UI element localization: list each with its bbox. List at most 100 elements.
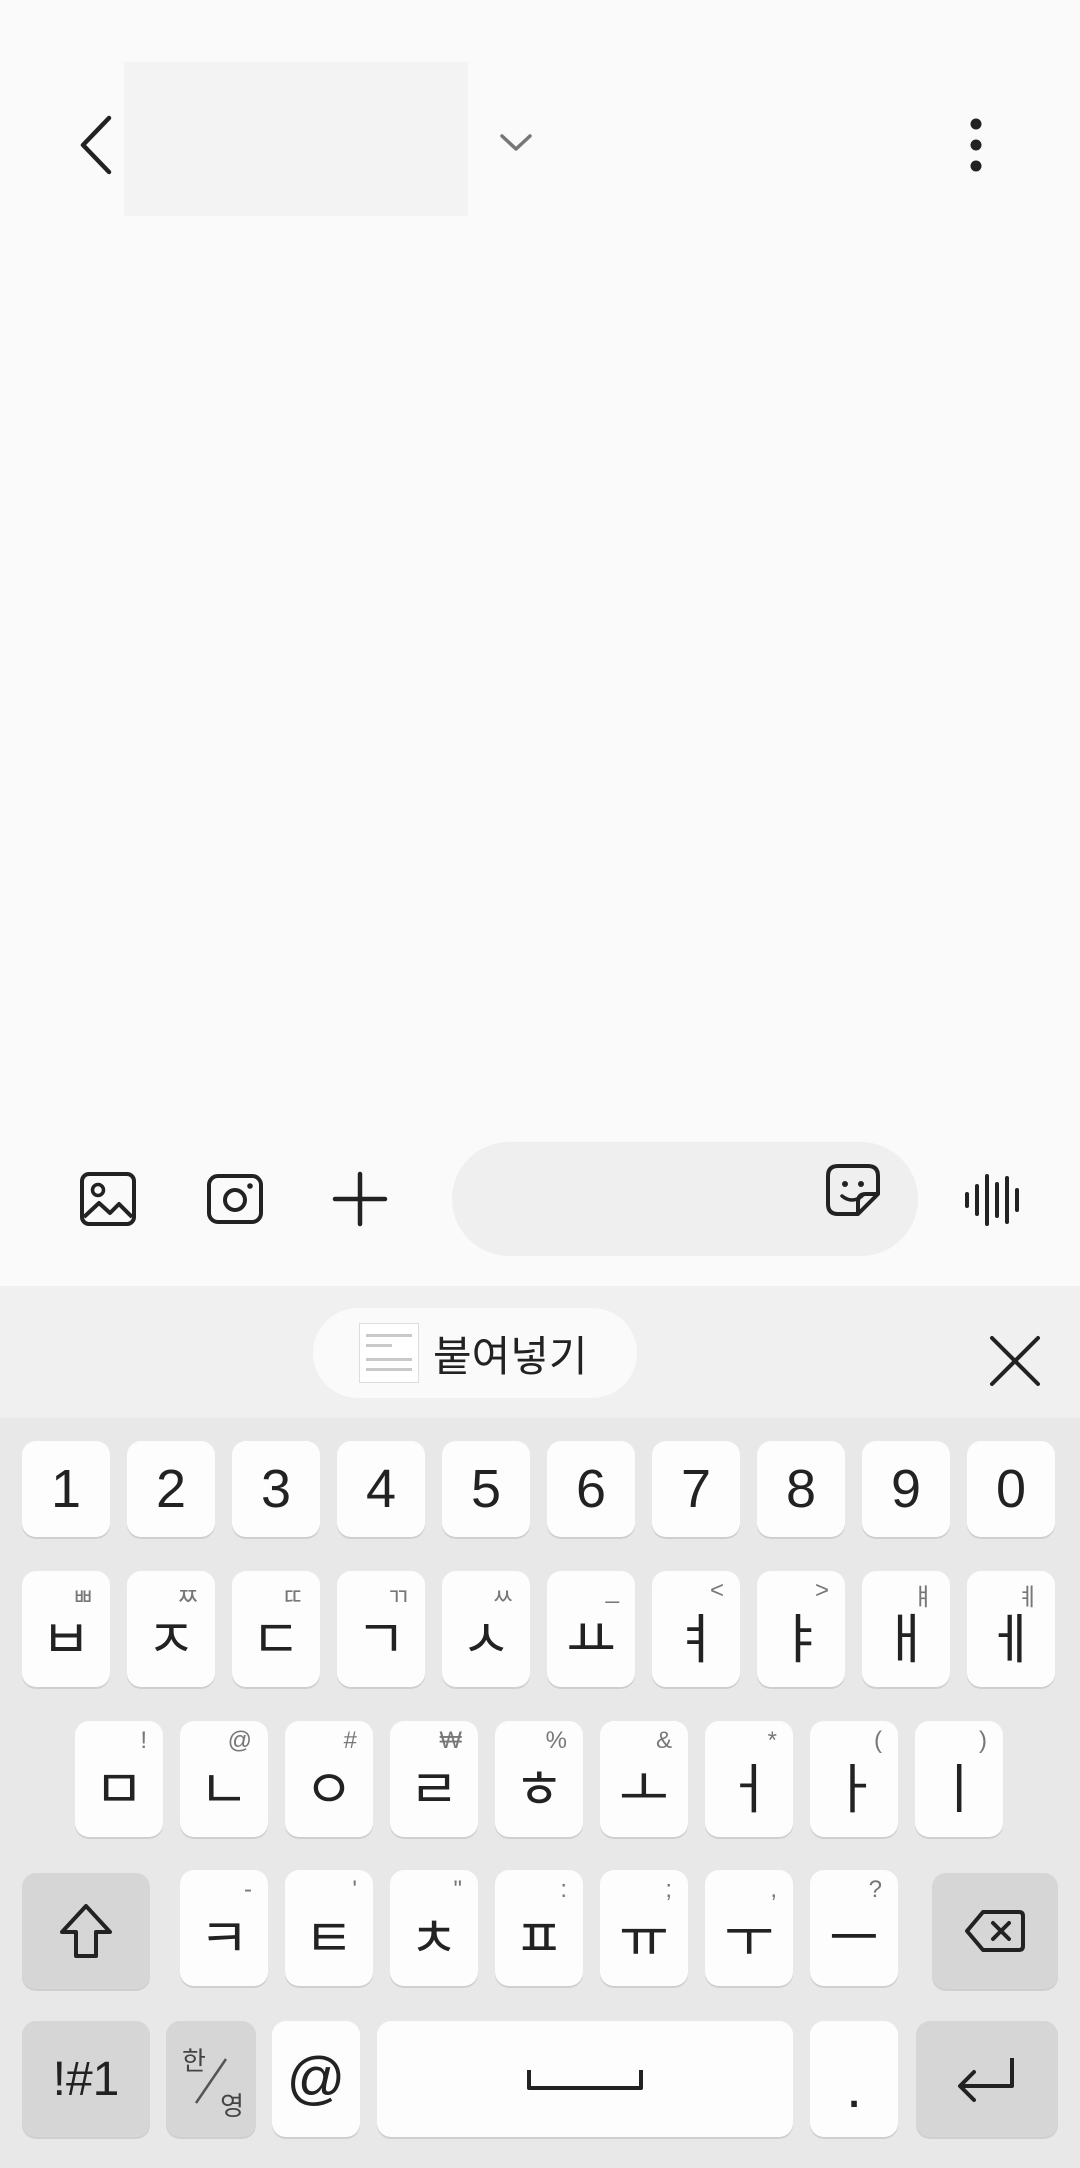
key-label: 5	[470, 1459, 502, 1519]
letter-key[interactable]: ' ㅌ	[285, 1870, 373, 1986]
space-key[interactable]	[377, 2021, 793, 2137]
letter-key[interactable]: ₩ ㄹ	[390, 1721, 478, 1837]
letter-key[interactable]: ㅆㅅ	[442, 1571, 530, 1687]
letter-key[interactable]: ㅃㅂ	[22, 1571, 110, 1687]
enter-key[interactable]	[916, 2021, 1058, 2137]
symbols-key[interactable]: !#1	[22, 2021, 150, 2137]
key-label: ㅎ	[514, 1760, 564, 1820]
add-attachment-button[interactable]	[320, 1159, 400, 1239]
letter-key[interactable]: (ㅏ	[810, 1721, 898, 1837]
key-label: 2	[155, 1459, 187, 1519]
key-label: 1	[50, 1459, 82, 1519]
letter-key[interactable]: < ㅕ	[652, 1571, 740, 1687]
number-key-3[interactable]: 3	[232, 1441, 320, 1537]
backspace-icon	[965, 1910, 1025, 1952]
sticker-icon	[826, 1164, 880, 1216]
recipient-dropdown-button[interactable]	[490, 122, 542, 162]
key-secondary-label: !	[140, 1727, 147, 1754]
number-key-9[interactable]: 9	[862, 1441, 950, 1537]
letter-key[interactable]: ,ㅜ	[705, 1870, 793, 1986]
language-switch-key[interactable]: 한 영	[166, 2021, 256, 2137]
letter-key[interactable]: ㅒㅐ	[862, 1571, 950, 1687]
key-secondary-label: ;	[665, 1876, 672, 1903]
key-secondary-label: <	[709, 1577, 724, 1604]
key-secondary-label: )	[979, 1727, 987, 1754]
key-label: ㅏ	[829, 1760, 879, 1820]
sticker-button[interactable]	[824, 1162, 898, 1236]
message-list[interactable]	[0, 290, 1080, 1125]
gallery-button[interactable]	[68, 1159, 148, 1239]
message-input[interactable]	[486, 1142, 810, 1258]
key-secondary-label: ㅃ	[71, 1584, 94, 1611]
number-key-6[interactable]: 6	[547, 1441, 635, 1537]
paste-chip[interactable]: 붙여넣기	[313, 1308, 637, 1398]
letter-key[interactable]: # ㅇ	[285, 1721, 373, 1837]
letter-key[interactable]: _ ㅛ	[547, 1571, 635, 1687]
key-label: ㅈ	[146, 1610, 196, 1670]
letter-key[interactable]: :ㅍ	[495, 1870, 583, 1986]
key-label: 3	[260, 1459, 292, 1519]
letter-key[interactable]: ? ㅡ	[810, 1870, 898, 1986]
number-key-7[interactable]: 7	[652, 1441, 740, 1537]
letter-key[interactable]: -ㅋ	[180, 1870, 268, 1986]
key-label: ㅗ	[619, 1760, 669, 1820]
backspace-key[interactable]	[932, 1873, 1058, 1989]
key-secondary-label: ㅆ	[491, 1584, 514, 1611]
key-label: ㅕ	[671, 1610, 721, 1670]
letter-key[interactable]: ㅖㅔ	[967, 1571, 1055, 1687]
key-secondary-label: '	[352, 1876, 357, 1903]
letter-key[interactable]: * ㅓ	[705, 1721, 793, 1837]
language-key-bottom: 영	[220, 2091, 244, 2121]
key-label: ㅜ	[724, 1909, 774, 1969]
number-key-0[interactable]: 0	[967, 1441, 1055, 1537]
key-secondary-label: ㅒ	[911, 1584, 934, 1611]
key-label: ㄱ	[356, 1610, 406, 1670]
image-icon	[80, 1172, 136, 1226]
camera-icon	[207, 1174, 263, 1224]
key-label: ㅛ	[566, 1610, 616, 1670]
more-options-button[interactable]	[946, 110, 1006, 180]
key-label: ㅍ	[514, 1909, 564, 1969]
camera-button[interactable]	[195, 1159, 275, 1239]
key-secondary-label: (	[874, 1727, 882, 1754]
letter-key[interactable]: > ㅑ	[757, 1571, 845, 1687]
key-label: ㅂ	[41, 1610, 91, 1670]
letter-key[interactable]: ; ㅠ	[600, 1870, 688, 1986]
back-button[interactable]	[60, 100, 130, 190]
number-key-4[interactable]: 4	[337, 1441, 425, 1537]
key-label: ㅋ	[199, 1909, 249, 1969]
period-key[interactable]: .	[810, 2021, 898, 2137]
key-secondary-label: _	[605, 1577, 619, 1604]
number-key-1[interactable]: 1	[22, 1441, 110, 1537]
at-key[interactable]: @	[272, 2021, 360, 2137]
conversation-title-text	[124, 62, 468, 114]
key-label: ㅡ	[829, 1909, 879, 1969]
letter-key[interactable]: ㄸㄷ	[232, 1571, 320, 1687]
conversation-title[interactable]	[124, 62, 468, 216]
letter-key[interactable]: ㅉㅈ	[127, 1571, 215, 1687]
clipboard-thumbnail	[359, 1323, 419, 1383]
letter-key[interactable]: % ㅎ	[495, 1721, 583, 1837]
letter-key[interactable]: @ ㄴ	[180, 1721, 268, 1837]
number-key-5[interactable]: 5	[442, 1441, 530, 1537]
letter-key[interactable]: ) ㅣ	[915, 1721, 1003, 1837]
letter-key[interactable]: ! ㅁ	[75, 1721, 163, 1837]
shift-key[interactable]	[22, 1873, 150, 1989]
key-label: ㅣ	[934, 1760, 984, 1820]
key-secondary-label: #	[343, 1727, 357, 1754]
number-key-2[interactable]: 2	[127, 1441, 215, 1537]
period-key-label: .	[845, 2055, 863, 2120]
close-toolbar-button[interactable]	[980, 1326, 1050, 1396]
close-icon	[990, 1336, 1040, 1386]
key-secondary-label: ㅖ	[1016, 1584, 1039, 1611]
key-secondary-label: ?	[868, 1876, 882, 1903]
key-label: ㅊ	[409, 1909, 459, 1969]
chevron-left-icon	[80, 115, 112, 175]
letter-key[interactable]: & ㅗ	[600, 1721, 688, 1837]
key-secondary-label: :	[560, 1876, 567, 1903]
number-key-8[interactable]: 8	[757, 1441, 845, 1537]
letter-key[interactable]: ㄲㄱ	[337, 1571, 425, 1687]
more-vert-icon	[970, 118, 982, 172]
voice-record-button[interactable]	[954, 1160, 1034, 1240]
letter-key[interactable]: " ㅊ	[390, 1870, 478, 1986]
